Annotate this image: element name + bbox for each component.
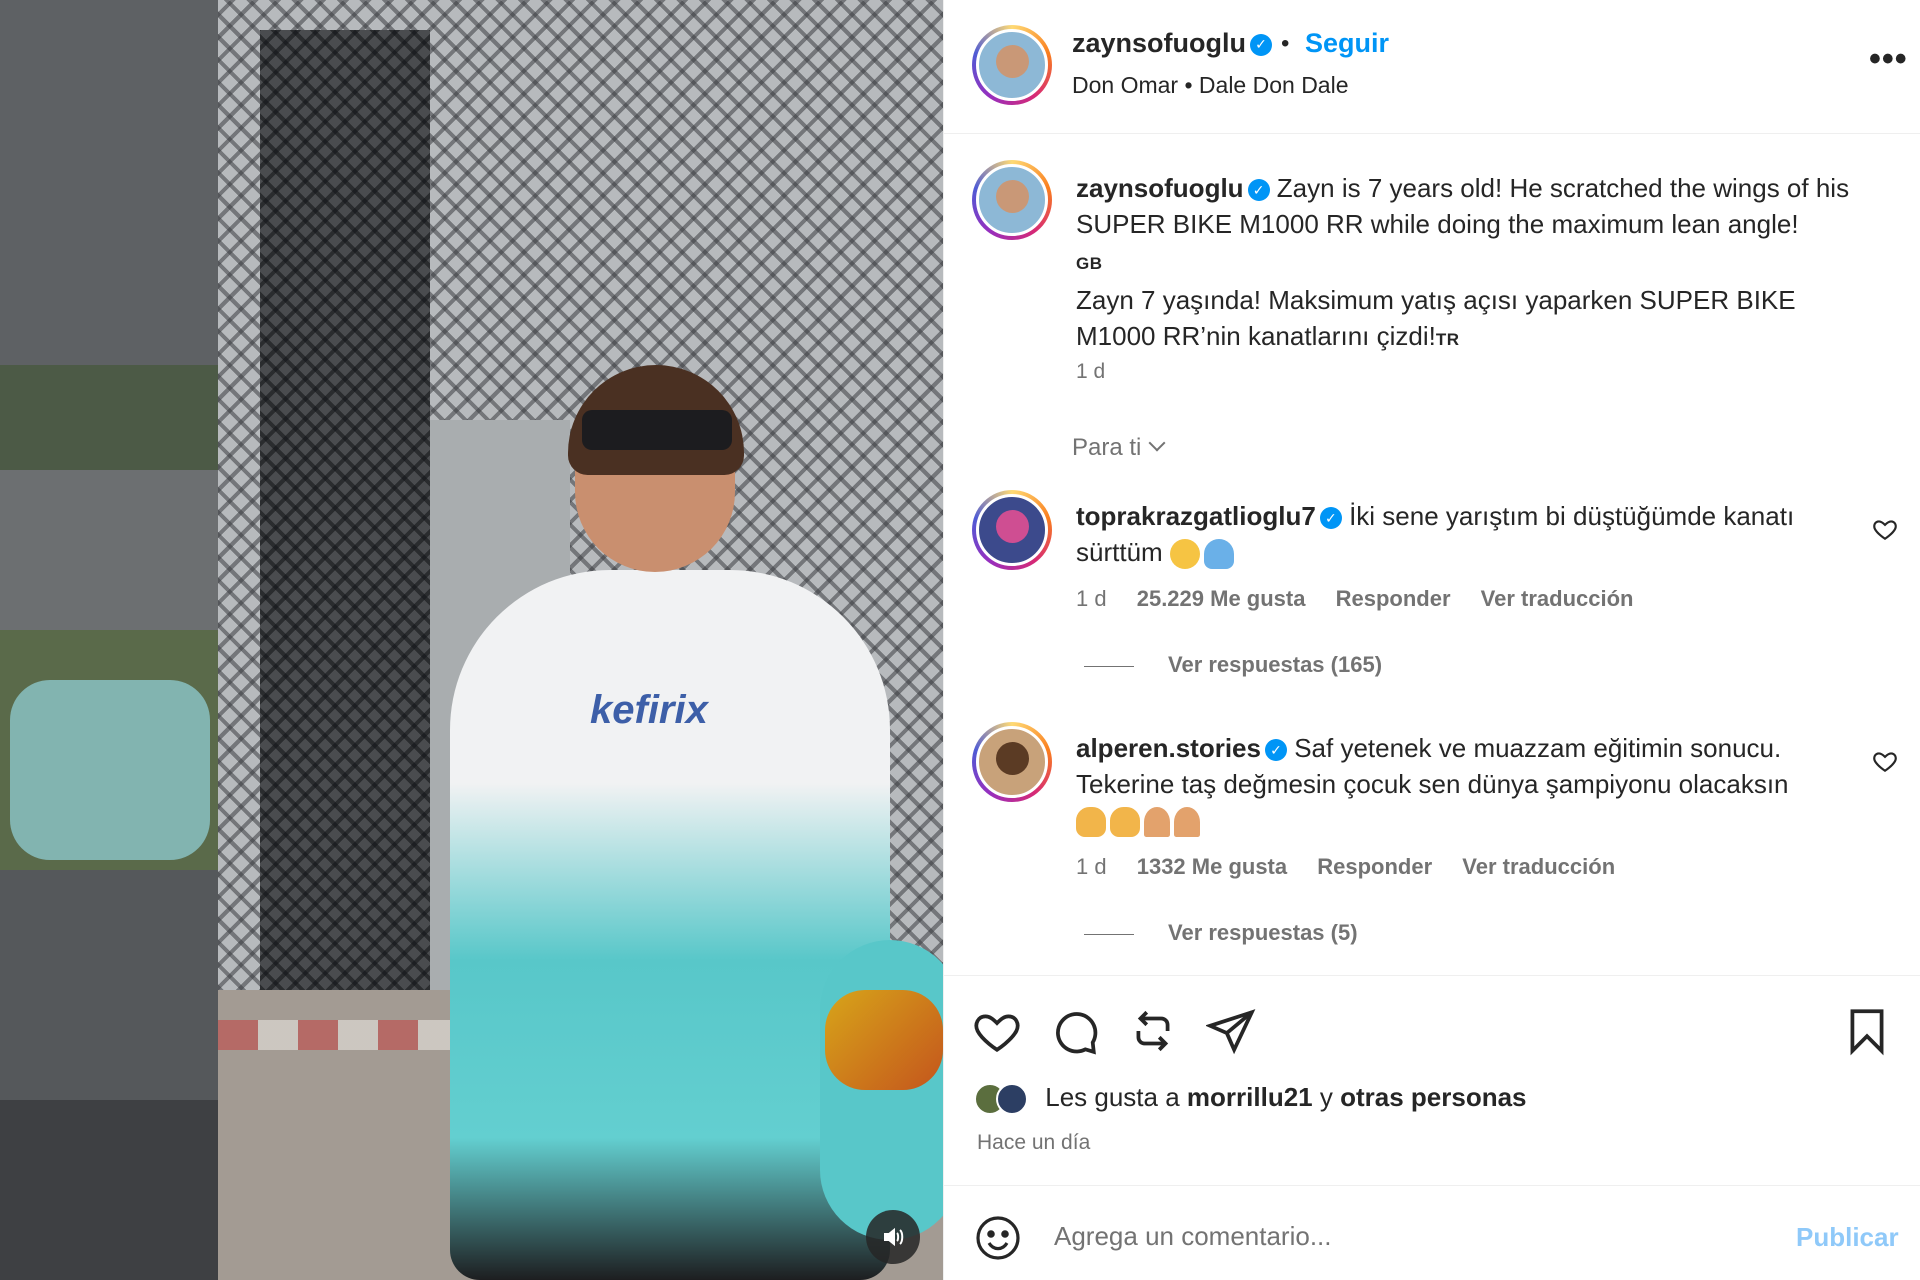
author-avatar[interactable] — [972, 25, 1052, 105]
person-emoji-icon — [1203, 539, 1234, 570]
verified-badge-icon: ✓ — [1247, 179, 1270, 202]
volume-icon[interactable] — [866, 1210, 920, 1264]
more-options-icon[interactable]: ••• — [1869, 42, 1908, 76]
send-icon[interactable] — [1204, 1006, 1256, 1056]
caption-body: zaynsofuoglu ✓ Zayn is 7 years old! He sc… — [1076, 170, 1876, 358]
post-timestamp: Hace un día — [977, 1131, 1091, 1154]
comment-meta: 1 d 1332 Me gusta Responder Ver traducci… — [1076, 854, 1639, 880]
verified-badge-icon: ✓ — [1250, 33, 1272, 56]
clap-emoji-icon — [1110, 807, 1140, 838]
post-header: zaynsofuoglu ✓ • Seguir Don Omar • Dale D… — [944, 0, 1920, 134]
caption-author-avatar[interactable] — [972, 160, 1052, 240]
comment-text: toprakrazgatlioglu7 ✓ İki sene yarıştım b… — [1076, 498, 1846, 570]
likes-joiner: y — [1319, 1082, 1333, 1112]
commenter-username[interactable]: toprakrazgatlioglu7 — [1076, 501, 1316, 531]
comment-sort-dropdown[interactable]: Para ti — [1072, 434, 1166, 462]
comment-time: 1 d — [1076, 586, 1107, 611]
preview-background — [0, 0, 218, 365]
helmet — [820, 940, 943, 1240]
caption-username[interactable]: zaynsofuoglu — [1076, 173, 1244, 203]
rider-headband — [582, 410, 732, 450]
reply-button[interactable]: Responder — [1336, 586, 1451, 611]
caption-timestamp: 1 d — [1076, 360, 1106, 383]
pray-emoji-icon — [1144, 807, 1170, 838]
suit-sponsor-logo: kefirix — [590, 688, 708, 732]
building-dark-panel — [260, 30, 430, 990]
comment-like-heart-icon[interactable] — [1872, 748, 1898, 774]
add-comment-bar: Publicar — [944, 1185, 1920, 1280]
header-separator: • — [1281, 30, 1290, 57]
helmet-visor — [825, 990, 943, 1090]
comment-bubble-icon[interactable] — [1050, 1006, 1100, 1056]
verified-badge-icon: ✓ — [1319, 507, 1342, 530]
post-media[interactable]: kefirix — [0, 0, 943, 1280]
liker-username[interactable]: morrillu21 — [1187, 1082, 1313, 1112]
comment-sort-label: Para ti — [1072, 434, 1142, 461]
comment-likes[interactable]: 1332 Me gusta — [1137, 854, 1287, 879]
reply-button[interactable]: Responder — [1317, 854, 1432, 879]
likes-prefix: Les gusta a — [1045, 1082, 1180, 1112]
post-actions: Les gusta a morrillu21 y otras personas … — [944, 975, 1920, 1185]
commenter-avatar[interactable] — [972, 722, 1052, 802]
language-tag-tr: TR — [1435, 330, 1460, 349]
comment-likes[interactable]: 25.229 Me gusta — [1137, 586, 1306, 611]
comment-meta: 1 d 25.229 Me gusta Responder Ver traduc… — [1076, 586, 1657, 612]
pray-emoji-icon — [1174, 807, 1200, 838]
publish-button[interactable]: Publicar — [1796, 1222, 1899, 1253]
bookmark-icon[interactable] — [1842, 1006, 1892, 1056]
emoji-smile-icon[interactable] — [974, 1214, 1022, 1262]
view-replies-button[interactable]: Ver respuestas (165) — [1084, 652, 1382, 678]
translate-button[interactable]: Ver traducción — [1462, 854, 1615, 879]
likes-summary[interactable]: Les gusta a morrillu21 y otras personas — [974, 1082, 1527, 1116]
follow-button[interactable]: Seguir — [1305, 28, 1389, 59]
likes-others[interactable]: otras personas — [1340, 1082, 1526, 1112]
author-username[interactable]: zaynsofuoglu ✓ — [1072, 28, 1272, 59]
commenter-username[interactable]: alperen.stories — [1076, 733, 1261, 763]
commenter-avatar[interactable] — [972, 490, 1052, 570]
language-tag-gb: GB — [1076, 254, 1103, 273]
comment-time: 1 d — [1076, 854, 1107, 879]
author-username-text[interactable]: zaynsofuoglu — [1072, 28, 1246, 58]
preview-track — [0, 470, 218, 630]
preview-shadow — [0, 1100, 218, 1280]
repost-icon[interactable] — [1128, 1006, 1178, 1056]
smile-emoji-icon — [1169, 539, 1200, 570]
comment-like-heart-icon[interactable] — [1872, 516, 1898, 542]
comment-input[interactable] — [1054, 1210, 1734, 1262]
view-replies-label: Ver respuestas (5) — [1168, 920, 1358, 945]
post-details-panel: zaynsofuoglu ✓ • Seguir Don Omar • Dale D… — [943, 0, 1920, 1280]
audio-track[interactable]: Don Omar • Dale Don Dale — [1072, 72, 1349, 99]
comment-text: alperen.stories ✓ Saf yetenek ve muazzam … — [1076, 730, 1846, 838]
preview-motorbike — [10, 680, 210, 860]
preview-grass — [0, 365, 218, 485]
chevron-down-icon — [1148, 434, 1166, 452]
translate-button[interactable]: Ver traducción — [1481, 586, 1634, 611]
heart-icon[interactable] — [972, 1006, 1022, 1056]
liker-avatar — [996, 1083, 1028, 1116]
clap-emoji-icon — [1076, 807, 1106, 838]
view-replies-label: Ver respuestas (165) — [1168, 652, 1383, 677]
replies-divider-line — [1084, 933, 1134, 935]
replies-divider-line — [1084, 665, 1134, 667]
verified-badge-icon: ✓ — [1264, 739, 1287, 762]
view-replies-button[interactable]: Ver respuestas (5) — [1084, 920, 1358, 946]
